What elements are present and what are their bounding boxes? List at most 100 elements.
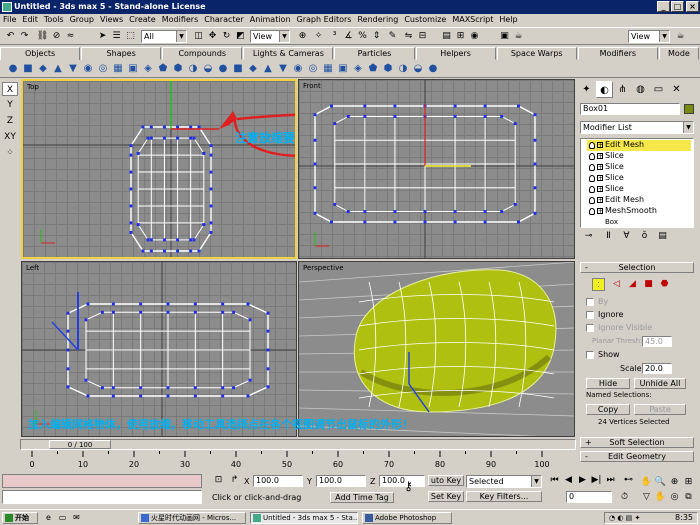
stack-item-slice[interactable]: + Slice xyxy=(587,173,691,184)
show-end-result-icon[interactable]: Ⅱ xyxy=(602,230,615,243)
create-primitive-icon[interactable]: ● xyxy=(8,64,18,74)
remove-modifier-icon[interactable]: ǒ xyxy=(638,230,651,243)
expand-icon[interactable]: + xyxy=(597,186,603,193)
tab-particles[interactable]: Particles xyxy=(334,47,415,60)
pin-stack-icon[interactable]: ⊸ xyxy=(582,230,595,243)
menu-create[interactable]: Create xyxy=(126,14,159,26)
copy-button[interactable]: Copy xyxy=(586,404,630,415)
start-button[interactable]: 开始 xyxy=(2,512,38,524)
scale-icon[interactable]: ◩ xyxy=(234,30,247,43)
unlink-icon[interactable]: ⊘ xyxy=(50,30,63,43)
create-primitive-icon[interactable]: ◎ xyxy=(98,64,108,74)
previous-frame-icon[interactable]: ◀ xyxy=(562,474,575,487)
time-slider[interactable]: 0 / 100 xyxy=(20,439,576,450)
menu-modifiers[interactable]: Modifiers xyxy=(159,14,202,26)
tab-lights-cameras[interactable]: Lights & Cameras xyxy=(243,47,334,60)
reference-coordinate-dropdown[interactable]: View ▼ xyxy=(250,30,290,43)
face-mode-icon[interactable]: ◢ xyxy=(626,278,639,291)
element-mode-icon[interactable]: ⬣ xyxy=(658,278,671,291)
make-unique-icon[interactable]: ∀ xyxy=(620,230,633,243)
y-coordinate-field[interactable]: 100.0 xyxy=(316,475,366,487)
create-primitive-icon[interactable]: ⬢ xyxy=(173,64,183,74)
tab-mode[interactable]: Mode xyxy=(658,47,699,60)
pan-view-icon[interactable]: ✋ xyxy=(654,491,667,504)
expand-icon[interactable]: + xyxy=(597,142,603,149)
quicklaunch-ie-icon[interactable]: e xyxy=(42,511,55,524)
modifier-list-dropdown[interactable]: Modifier List ▼ xyxy=(580,121,694,134)
select-region-icon[interactable]: ⬚ xyxy=(124,30,137,43)
viewport-front[interactable]: Front xyxy=(298,79,575,259)
axis-z-button[interactable]: Z xyxy=(2,114,18,128)
create-primitive-icon[interactable]: ◑ xyxy=(188,64,198,74)
keyboard-shortcut-icon[interactable]: ⁘ xyxy=(2,146,18,160)
track-bar[interactable]: 0 10 20 30 40 50 60 70 80 90 100 xyxy=(20,451,576,473)
menu-edit[interactable]: Edit xyxy=(19,14,41,26)
create-primitive-icon[interactable]: ▼ xyxy=(68,64,78,74)
rollout-soft-selection[interactable]: + Soft Selection xyxy=(580,437,694,448)
tab-modifiers[interactable]: Modifiers xyxy=(577,47,658,60)
render-last-icon[interactable]: ☕ xyxy=(674,30,687,43)
maximize-button[interactable]: □ xyxy=(671,1,684,12)
current-frame-field[interactable]: 0 xyxy=(566,491,612,503)
zoom-all-icon[interactable]: ⊕ xyxy=(668,476,681,489)
move-icon[interactable]: ✥ xyxy=(206,30,219,43)
create-primitive-icon[interactable]: ▼ xyxy=(278,64,288,74)
by-vertex-checkbox[interactable] xyxy=(586,298,594,306)
expand-icon[interactable]: + xyxy=(597,197,603,204)
track-view-icon[interactable]: ▤ xyxy=(440,30,453,43)
ignore-backfacing-checkbox[interactable] xyxy=(586,311,594,319)
zoom-icon[interactable]: 🔍 xyxy=(654,476,667,489)
select-icon[interactable]: ➤ xyxy=(96,30,109,43)
maxscript-listener-pink[interactable] xyxy=(2,474,202,488)
render-scene-icon[interactable]: ▣ xyxy=(498,30,511,43)
minimize-button[interactable]: _ xyxy=(657,1,670,12)
create-primitive-icon[interactable]: ● xyxy=(428,64,438,74)
stack-item-slice[interactable]: + Slice xyxy=(587,162,691,173)
menu-maxscript[interactable]: MAXScript xyxy=(449,14,496,26)
key-mode-toggle-icon[interactable]: ⊷ xyxy=(622,474,635,487)
key-filters-button[interactable]: Key Filters... xyxy=(466,491,542,502)
create-primitive-icon[interactable]: ◎ xyxy=(308,64,318,74)
task-ie-window[interactable]: 火星时代动画网 - Micros... xyxy=(138,512,246,524)
create-primitive-icon[interactable]: ▲ xyxy=(263,64,273,74)
tab-shapes[interactable]: Shapes xyxy=(81,47,162,60)
planar-thresh-field[interactable]: 45.0 xyxy=(642,336,672,347)
object-name-field[interactable]: Box01 xyxy=(580,103,680,115)
create-primitive-icon[interactable]: ◈ xyxy=(143,64,153,74)
motion-panel-icon[interactable]: ◍ xyxy=(632,81,649,98)
menu-character[interactable]: Character xyxy=(201,14,247,26)
create-primitive-icon[interactable]: ▣ xyxy=(338,64,348,74)
expand-icon[interactable]: + xyxy=(597,175,603,182)
tab-helpers[interactable]: Helpers xyxy=(415,47,496,60)
angle-snap-icon[interactable]: ∡ xyxy=(342,30,355,43)
stack-item-meshsmooth[interactable]: + MeshSmooth xyxy=(587,206,691,217)
viewport-left[interactable]: Left xyxy=(21,261,297,437)
rollout-selection[interactable]: - Selection xyxy=(580,262,694,273)
time-config-icon[interactable]: ⏱ xyxy=(618,491,631,504)
mirror-icon[interactable]: ⇋ xyxy=(402,30,415,43)
maximize-viewport-icon[interactable]: ⧉ xyxy=(682,491,695,504)
create-primitive-icon[interactable]: ◉ xyxy=(83,64,93,74)
lightbulb-icon[interactable] xyxy=(589,197,595,204)
create-primitive-icon[interactable]: ◒ xyxy=(203,64,213,74)
lightbulb-icon[interactable] xyxy=(589,186,595,193)
hierarchy-panel-icon[interactable]: ⋔ xyxy=(614,81,631,98)
play-icon[interactable]: ▶ xyxy=(576,474,589,487)
select-by-name-icon[interactable]: ☰ xyxy=(110,30,123,43)
menu-views[interactable]: Views xyxy=(97,14,126,26)
stack-item-slice[interactable]: + Slice xyxy=(587,184,691,195)
configure-modifier-sets-icon[interactable]: ▤ xyxy=(656,230,669,243)
create-primitive-icon[interactable]: ▣ xyxy=(128,64,138,74)
axis-x-button[interactable]: X xyxy=(2,82,18,96)
pivot-center-icon[interactable]: ⊕ xyxy=(296,30,309,43)
stack-item-box[interactable]: Box xyxy=(587,217,691,228)
time-slider-thumb[interactable]: 0 / 100 xyxy=(49,440,111,449)
create-primitive-icon[interactable]: ▦ xyxy=(113,64,123,74)
display-panel-icon[interactable]: ▭ xyxy=(650,81,667,98)
link-icon[interactable]: ⛓ xyxy=(36,30,49,43)
object-color-swatch[interactable] xyxy=(684,104,694,114)
stack-item-edit-mesh[interactable]: + Edit Mesh xyxy=(587,195,691,206)
menu-customize[interactable]: Customize xyxy=(401,14,449,26)
task-3dsmax-window[interactable]: Untitled - 3ds max 5 - Sta... xyxy=(250,512,358,524)
align-icon[interactable]: ⊟ xyxy=(416,30,429,43)
